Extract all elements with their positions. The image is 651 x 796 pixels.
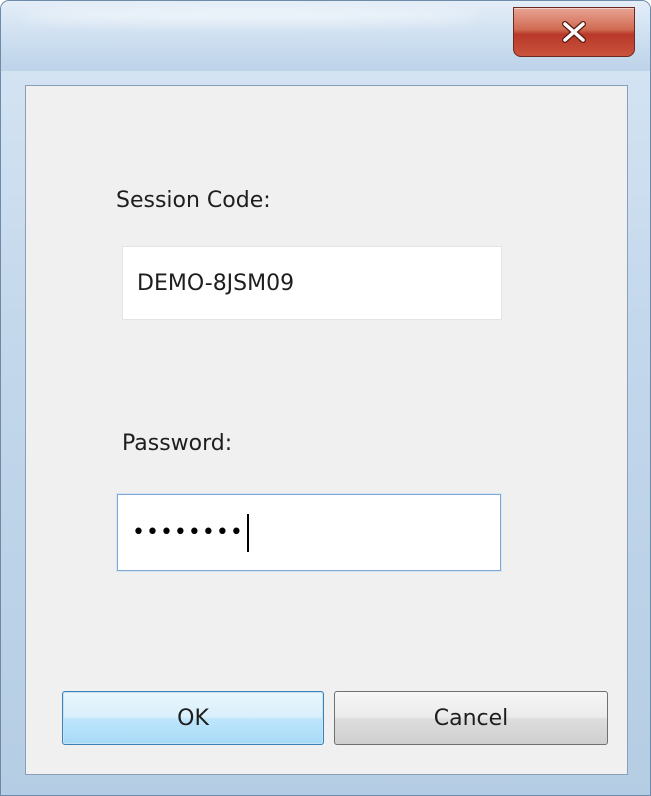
ok-button-label: OK <box>177 705 209 731</box>
cancel-button[interactable]: Cancel <box>334 691 608 745</box>
password-field[interactable]: •••••••• <box>117 494 501 571</box>
cancel-button-label: Cancel <box>433 705 509 731</box>
dialog-client-area: Session Code: DEMO-8JSM09 Password: ••••… <box>25 85 628 775</box>
title-bar-glare <box>21 7 481 25</box>
session-code-label: Session Code: <box>116 188 271 213</box>
text-caret <box>246 513 249 552</box>
password-mask: •••••••• <box>132 520 244 545</box>
dialog-window: Session Code: DEMO-8JSM09 Password: ••••… <box>0 0 651 796</box>
session-code-value: DEMO-8JSM09 <box>137 270 295 296</box>
password-label: Password: <box>122 431 233 456</box>
ok-button[interactable]: OK <box>62 691 324 745</box>
close-x-icon <box>560 21 588 43</box>
session-code-field[interactable]: DEMO-8JSM09 <box>122 246 502 320</box>
close-button[interactable] <box>513 7 635 57</box>
title-bar[interactable] <box>1 1 650 71</box>
